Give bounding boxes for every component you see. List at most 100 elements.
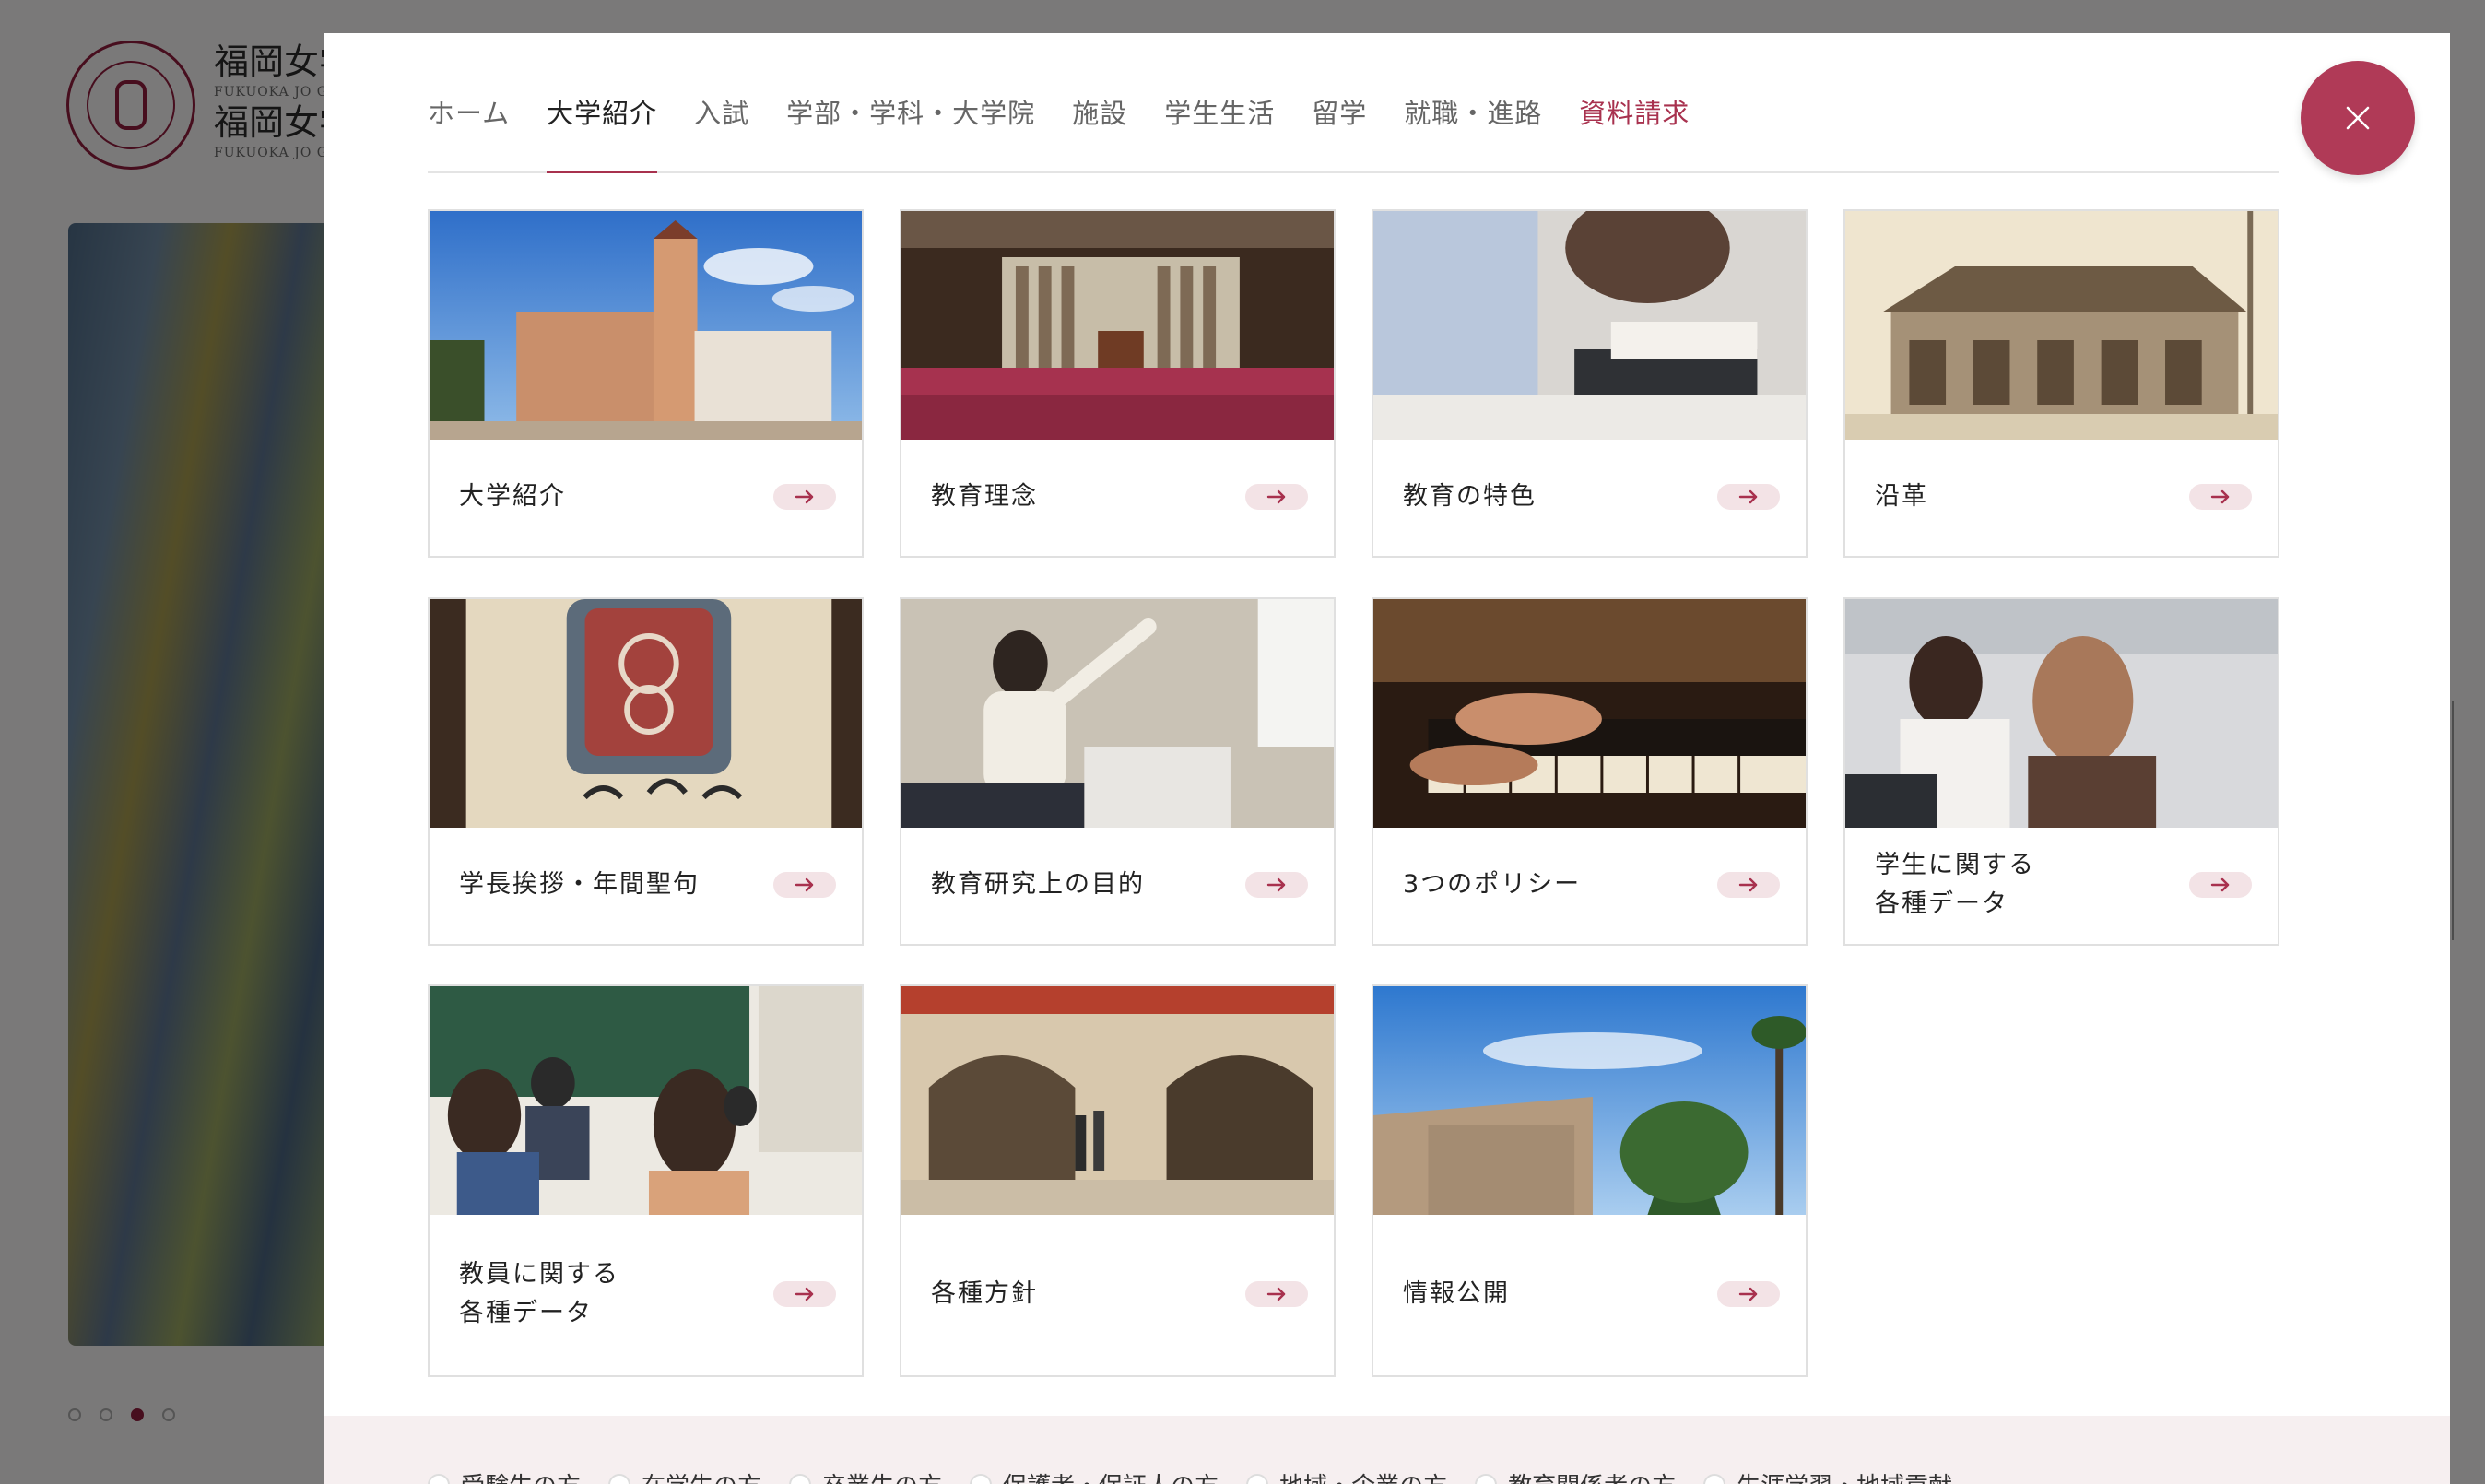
card-label: 学生に関する 各種データ xyxy=(1875,851,2035,918)
card-label: 教員に関する 各種データ xyxy=(459,1260,619,1327)
campus-sky-trees-photo xyxy=(1373,986,1806,1215)
bullet-icon xyxy=(428,1473,450,1484)
audience-link[interactable]: 生涯学習・地域貢献 xyxy=(1703,1467,1952,1484)
menu-card[interactable]: 大学紹介 xyxy=(428,209,864,558)
menu-card[interactable]: 情報公開 xyxy=(1372,984,1808,1377)
card-arrow-button[interactable] xyxy=(1245,872,1308,898)
card-footer: 3つのポリシー xyxy=(1373,828,1806,942)
arrow-right-icon xyxy=(1266,489,1286,504)
audience-link[interactable]: 教育関係者の方 xyxy=(1475,1467,1676,1484)
card-arrow-button[interactable] xyxy=(1717,1281,1780,1307)
bullet-icon xyxy=(1703,1473,1726,1484)
students-classroom-photo xyxy=(1845,599,2278,828)
bullet-icon xyxy=(970,1473,993,1484)
card-arrow-button[interactable] xyxy=(1717,872,1780,898)
card-label: 教育理念 xyxy=(931,482,1038,511)
tab-item[interactable]: 就職・進路 xyxy=(1404,92,1542,171)
menu-card[interactable]: 教員に関する 各種データ xyxy=(428,984,864,1377)
card-arrow-button[interactable] xyxy=(773,872,836,898)
card-footer: 大学紹介 xyxy=(430,440,862,554)
teacher-students-photo xyxy=(430,986,862,1215)
bullet-icon xyxy=(789,1473,812,1484)
card-arrow-button[interactable] xyxy=(2189,484,2252,510)
card-footer: 教育の特色 xyxy=(1373,440,1806,554)
historic-building-photo xyxy=(1845,211,2278,440)
school-crest-plaque-photo xyxy=(430,599,862,828)
audience-link[interactable]: 地域・企業の方 xyxy=(1246,1467,1447,1484)
bullet-icon xyxy=(1475,1473,1498,1484)
menu-card[interactable]: 教育の特色 xyxy=(1372,209,1808,558)
menu-card[interactable]: 各種方針 xyxy=(900,984,1336,1377)
audience-link-label: 卒業生の方 xyxy=(822,1467,942,1484)
menu-card[interactable]: 沿革 xyxy=(1843,209,2279,558)
card-footer: 各種方針 xyxy=(901,1215,1334,1373)
card-footer: 教育理念 xyxy=(901,440,1334,554)
campus-arches-photo xyxy=(901,986,1334,1215)
menu-card[interactable]: 3つのポリシー xyxy=(1372,597,1808,946)
tab-item[interactable]: 資料請求 xyxy=(1579,92,1690,171)
audience-link-label: 在学生の方 xyxy=(642,1467,761,1484)
audience-links: 受験生の方 在学生の方 卒業生の方 保護者・保証人の方 地域・企業の方 教育関係者の方 生涯… xyxy=(324,1416,2450,1484)
menu-tabs: ホーム 大学紹介 入試 学部・学科・大学院 施設 学生生活 留学 就職・進路 資料請求 xyxy=(428,33,2279,173)
card-arrow-button[interactable] xyxy=(1717,484,1780,510)
arrow-right-icon xyxy=(1266,877,1286,892)
audience-link-label: 受験生の方 xyxy=(461,1467,581,1484)
menu-card[interactable]: 教育理念 xyxy=(900,209,1336,558)
audience-link-label: 生涯学習・地域貢献 xyxy=(1737,1467,1952,1484)
arrow-right-icon xyxy=(1738,877,1758,892)
card-label: 沿革 xyxy=(1875,482,1928,511)
card-label: 情報公開 xyxy=(1403,1279,1510,1308)
arrow-right-icon xyxy=(1738,1287,1758,1301)
card-arrow-button[interactable] xyxy=(773,484,836,510)
card-footer: 学生に関する 各種データ xyxy=(1845,828,2278,942)
tab-item[interactable]: 留学 xyxy=(1312,92,1367,171)
student-presentation-photo xyxy=(901,599,1334,828)
tab-item[interactable]: ホーム xyxy=(428,92,510,171)
arrow-right-icon xyxy=(795,1287,814,1301)
card-label: 3つのポリシー xyxy=(1403,870,1582,899)
global-menu-modal: ホーム 大学紹介 入試 学部・学科・大学院 施設 学生生活 留学 就職・進路 資料請求 大学紹介… xyxy=(324,33,2450,1484)
card-footer: 学長挨拶・年間聖句 xyxy=(430,828,862,942)
card-label: 学長挨拶・年間聖句 xyxy=(459,870,700,899)
tab-item[interactable]: 学部・学科・大学院 xyxy=(786,92,1035,171)
close-icon xyxy=(2346,106,2370,130)
card-footer: 情報公開 xyxy=(1373,1215,1806,1373)
card-footer: 沿革 xyxy=(1845,440,2278,554)
arrow-right-icon xyxy=(795,877,814,892)
audience-link[interactable]: 受験生の方 xyxy=(428,1467,581,1484)
tab-item[interactable]: 大学紹介 xyxy=(547,92,658,173)
audience-link-label: 地域・企業の方 xyxy=(1279,1467,1447,1484)
tab-item[interactable]: 入試 xyxy=(694,92,749,171)
card-footer: 教育研究上の目的 xyxy=(901,828,1334,942)
arrow-right-icon xyxy=(1266,1287,1286,1301)
menu-card[interactable]: 学生に関する 各種データ xyxy=(1843,597,2279,946)
card-label: 大学紹介 xyxy=(459,482,566,511)
card-arrow-button[interactable] xyxy=(2189,872,2252,898)
audience-link[interactable]: 保護者・保証人の方 xyxy=(970,1467,1219,1484)
audience-link[interactable]: 卒業生の方 xyxy=(789,1467,942,1484)
tab-item[interactable]: 学生生活 xyxy=(1164,92,1275,171)
audience-link[interactable]: 在学生の方 xyxy=(608,1467,761,1484)
arrow-right-icon xyxy=(2210,489,2230,504)
chapel-organ-hall-photo xyxy=(901,211,1334,440)
audience-link-label: 教育関係者の方 xyxy=(1508,1467,1676,1484)
card-footer: 教員に関する 各種データ xyxy=(430,1215,862,1373)
campus-building-photo xyxy=(430,211,862,440)
card-label: 各種方針 xyxy=(931,1279,1038,1308)
menu-card[interactable]: 学長挨拶・年間聖句 xyxy=(428,597,864,946)
audience-link-label: 保護者・保証人の方 xyxy=(1003,1467,1219,1484)
card-arrow-button[interactable] xyxy=(1245,1281,1308,1307)
menu-card[interactable]: 教育研究上の目的 xyxy=(900,597,1336,946)
card-arrow-button[interactable] xyxy=(1245,484,1308,510)
close-button[interactable] xyxy=(2301,61,2415,175)
arrow-right-icon xyxy=(2210,877,2230,892)
arrow-right-icon xyxy=(795,489,814,504)
organ-keyboard-photo xyxy=(1373,599,1806,828)
bullet-icon xyxy=(608,1473,631,1484)
arrow-right-icon xyxy=(1738,489,1758,504)
students-laptop-photo xyxy=(1373,211,1806,440)
tab-item[interactable]: 施設 xyxy=(1072,92,1127,171)
card-arrow-button[interactable] xyxy=(773,1281,836,1307)
bullet-icon xyxy=(1246,1473,1269,1484)
card-label: 教育研究上の目的 xyxy=(931,870,1145,899)
